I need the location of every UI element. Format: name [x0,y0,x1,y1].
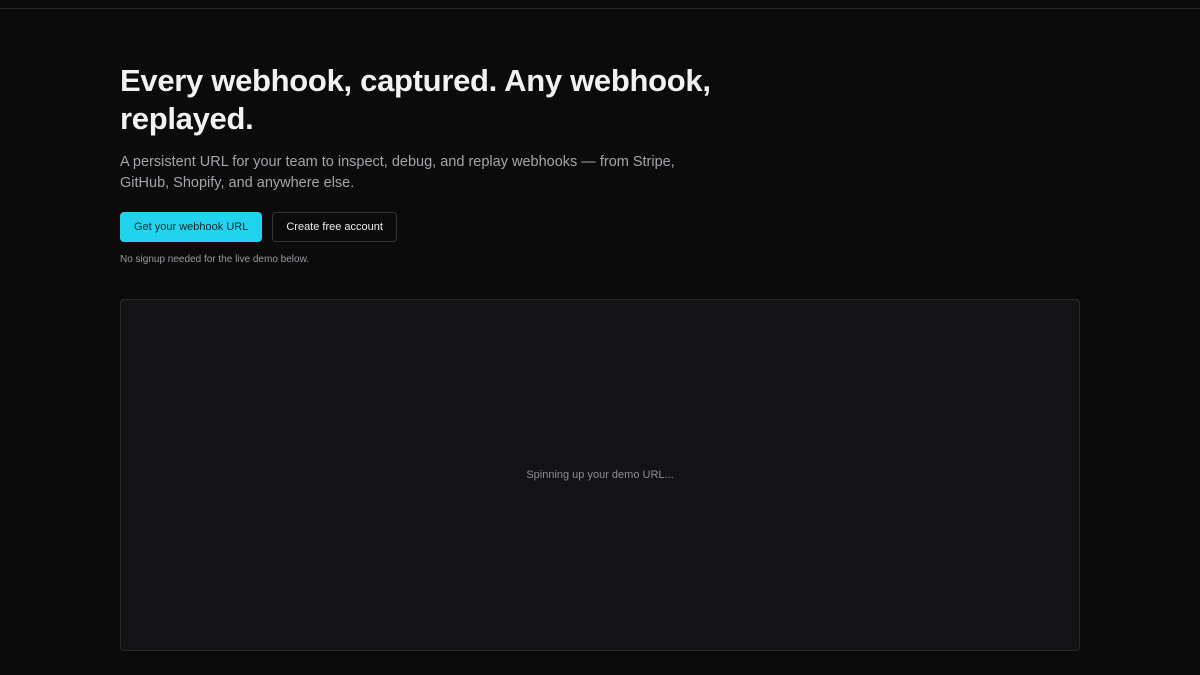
demo-loading-status: Spinning up your demo URL... [526,469,674,481]
create-free-account-button[interactable]: Create free account [272,212,397,242]
top-divider [0,8,1200,9]
landing-page: Every webhook, captured. Any webhook, re… [0,0,1200,675]
hero-title: Every webhook, captured. Any webhook, re… [120,63,711,136]
get-webhook-url-button[interactable]: Get your webhook URL [120,212,263,242]
demo-hint: No signup needed for the live demo below… [120,254,310,265]
hero-subtitle: A persistent URL for your team to inspec… [120,154,675,191]
hero-section: Every webhook, captured. Any webhook, re… [120,62,740,265]
cta-row: Get your webhook URL Create free account [120,212,740,242]
demo-panel: Spinning up your demo URL... [120,299,1080,651]
